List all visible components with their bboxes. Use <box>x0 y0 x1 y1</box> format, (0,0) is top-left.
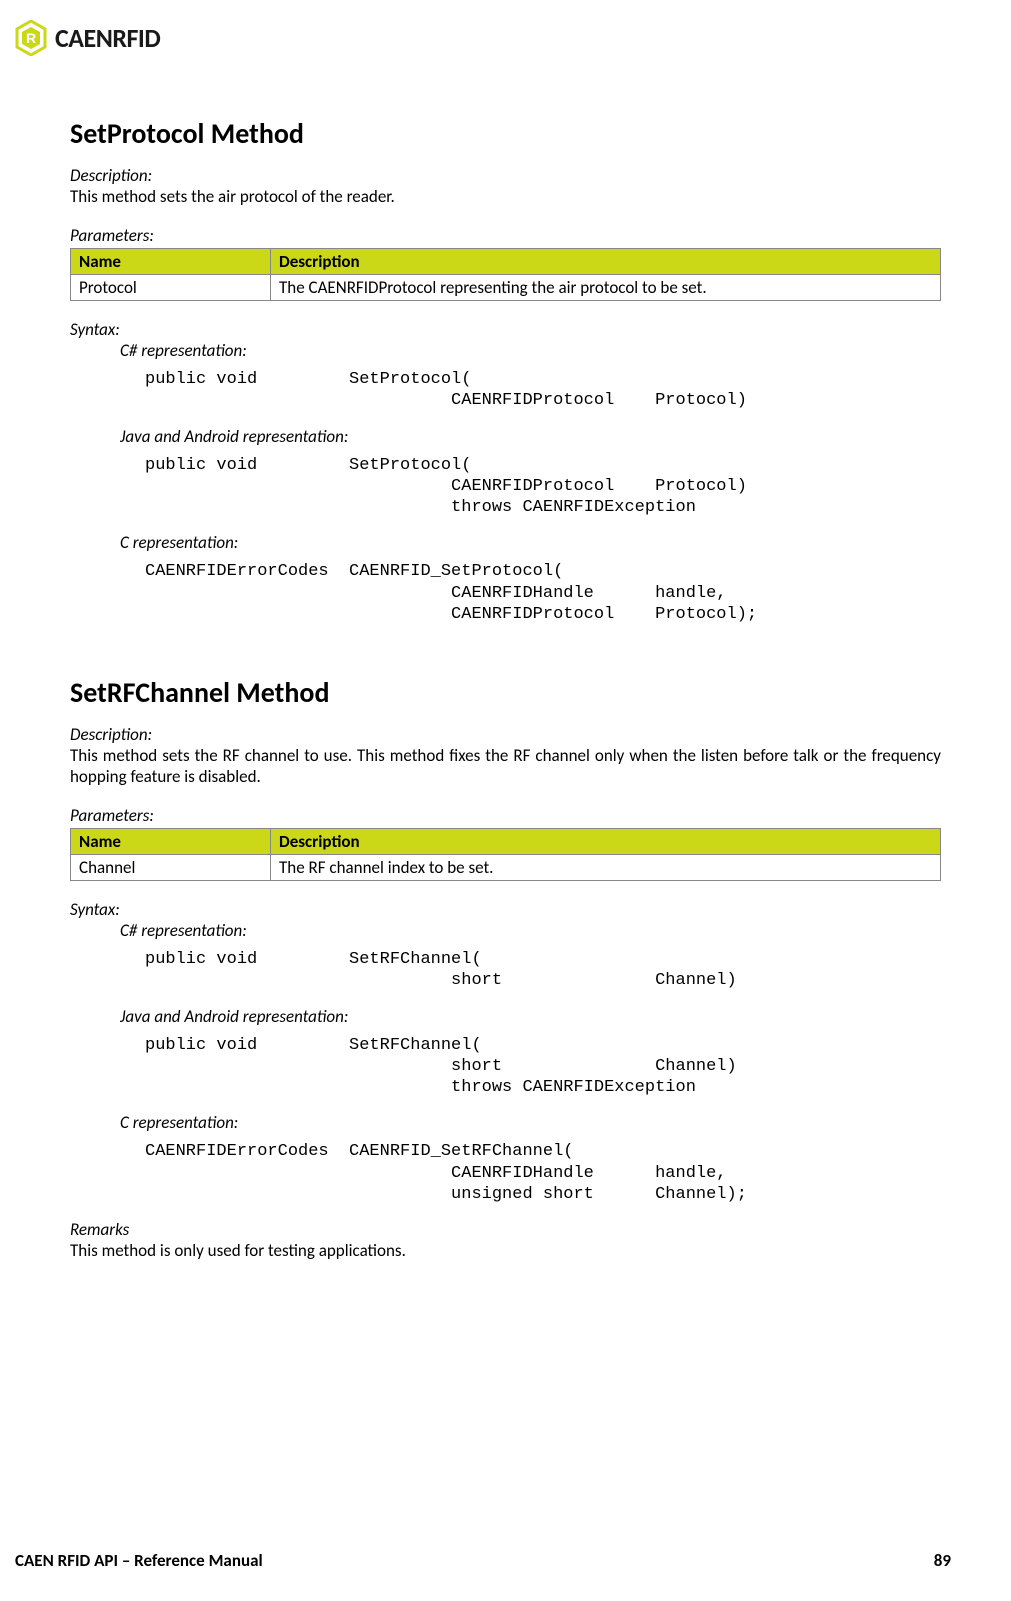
section-title: SetProtocol Method <box>70 116 941 151</box>
remarks-text: This method is only used for testing app… <box>70 1240 941 1261</box>
csharp-code: public void SetProtocol( CAENRFIDProtoco… <box>145 369 941 412</box>
parameters-label: Parameters: <box>70 225 941 246</box>
java-label: Java and Android representation: <box>120 1006 941 1027</box>
setprotocol-section: SetProtocol Method Description: This met… <box>70 116 941 625</box>
content: SetProtocol Method Description: This met… <box>70 116 941 1550</box>
param-desc: The CAENRFIDProtocol representing the ai… <box>271 275 941 301</box>
remarks-label: Remarks <box>70 1219 941 1240</box>
c-code: CAENRFIDErrorCodes CAENRFID_SetProtocol(… <box>145 561 941 625</box>
page-number: 89 <box>934 1550 951 1571</box>
csharp-label: C# representation: <box>120 340 941 361</box>
java-label: Java and Android representation: <box>120 426 941 447</box>
java-code: public void SetRFChannel( short Channel)… <box>145 1035 941 1099</box>
footer: CAEN RFID API – Reference Manual 89 <box>15 1550 951 1571</box>
table-header-name: Name <box>71 829 271 855</box>
section-title: SetRFChannel Method <box>70 675 941 710</box>
description-text: This method sets the air protocol of the… <box>70 186 941 207</box>
parameters-table: Name Description Channel The RF channel … <box>70 828 941 881</box>
table-row: Channel The RF channel index to be set. <box>71 855 941 881</box>
footer-title: CAEN RFID API – Reference Manual <box>15 1550 263 1571</box>
svg-text:R: R <box>26 30 36 46</box>
table-row: Protocol The CAENRFIDProtocol representi… <box>71 275 941 301</box>
description-label: Description: <box>70 724 941 745</box>
description-label: Description: <box>70 165 941 186</box>
parameters-label: Parameters: <box>70 805 941 826</box>
param-name: Channel <box>71 855 271 881</box>
syntax-label: Syntax: <box>70 899 941 920</box>
table-header-name: Name <box>71 249 271 275</box>
c-code: CAENRFIDErrorCodes CAENRFID_SetRFChannel… <box>145 1141 941 1205</box>
table-header-description: Description <box>271 249 941 275</box>
c-label: C representation: <box>120 1112 941 1133</box>
syntax-label: Syntax: <box>70 319 941 340</box>
c-label: C representation: <box>120 532 941 553</box>
table-header-description: Description <box>271 829 941 855</box>
logo-text: CAENRFID <box>55 22 160 54</box>
param-name: Protocol <box>71 275 271 301</box>
logo-icon: R <box>15 20 47 56</box>
description-text: This method sets the RF channel to use. … <box>70 745 941 787</box>
csharp-code: public void SetRFChannel( short Channel) <box>145 949 941 992</box>
parameters-table: Name Description Protocol The CAENRFIDPr… <box>70 248 941 301</box>
param-desc: The RF channel index to be set. <box>271 855 941 881</box>
csharp-label: C# representation: <box>120 920 941 941</box>
java-code: public void SetProtocol( CAENRFIDProtoco… <box>145 455 941 519</box>
header: R CAENRFID <box>15 20 941 56</box>
setrfchannel-section: SetRFChannel Method Description: This me… <box>70 675 941 1261</box>
